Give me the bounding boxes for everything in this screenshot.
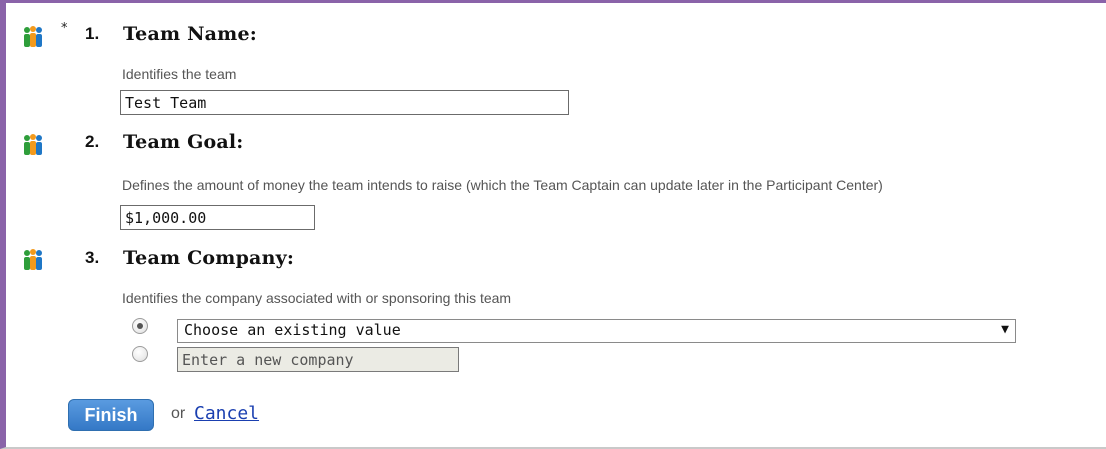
dropdown-arrow-icon: ▼ (1001, 322, 1009, 337)
new-company-input[interactable] (177, 347, 459, 372)
cancel-link[interactable]: Cancel (194, 403, 259, 424)
field-number-2: 2. (85, 132, 100, 151)
team-people-icon (24, 134, 42, 155)
radio-selected-dot (137, 323, 143, 329)
company-select[interactable]: Choose an existing value ▼ (177, 319, 1016, 343)
team-people-icon (24, 26, 42, 47)
field-number-3: 3. (85, 248, 100, 267)
team-form-panel: * 1. Team Name: Identifies the team 2. T… (0, 0, 1106, 449)
team-company-label: Team Company: (123, 247, 295, 269)
team-goal-description: Defines the amount of money the team int… (122, 177, 883, 193)
team-name-description: Identifies the team (122, 66, 237, 82)
field-number-1: 1. (85, 24, 100, 43)
team-company-description: Identifies the company associated with o… (122, 290, 512, 306)
required-marker: * (61, 21, 68, 36)
team-people-icon (24, 249, 42, 270)
team-goal-input[interactable] (120, 205, 315, 230)
new-company-radio[interactable] (132, 346, 148, 362)
existing-company-radio[interactable] (132, 318, 148, 334)
team-name-input[interactable] (120, 90, 569, 115)
or-text: or (171, 405, 186, 422)
finish-button[interactable]: Finish (68, 399, 154, 431)
team-name-label: Team Name: (123, 23, 257, 45)
company-select-value: Choose an existing value (184, 321, 401, 339)
team-goal-label: Team Goal: (123, 131, 244, 153)
